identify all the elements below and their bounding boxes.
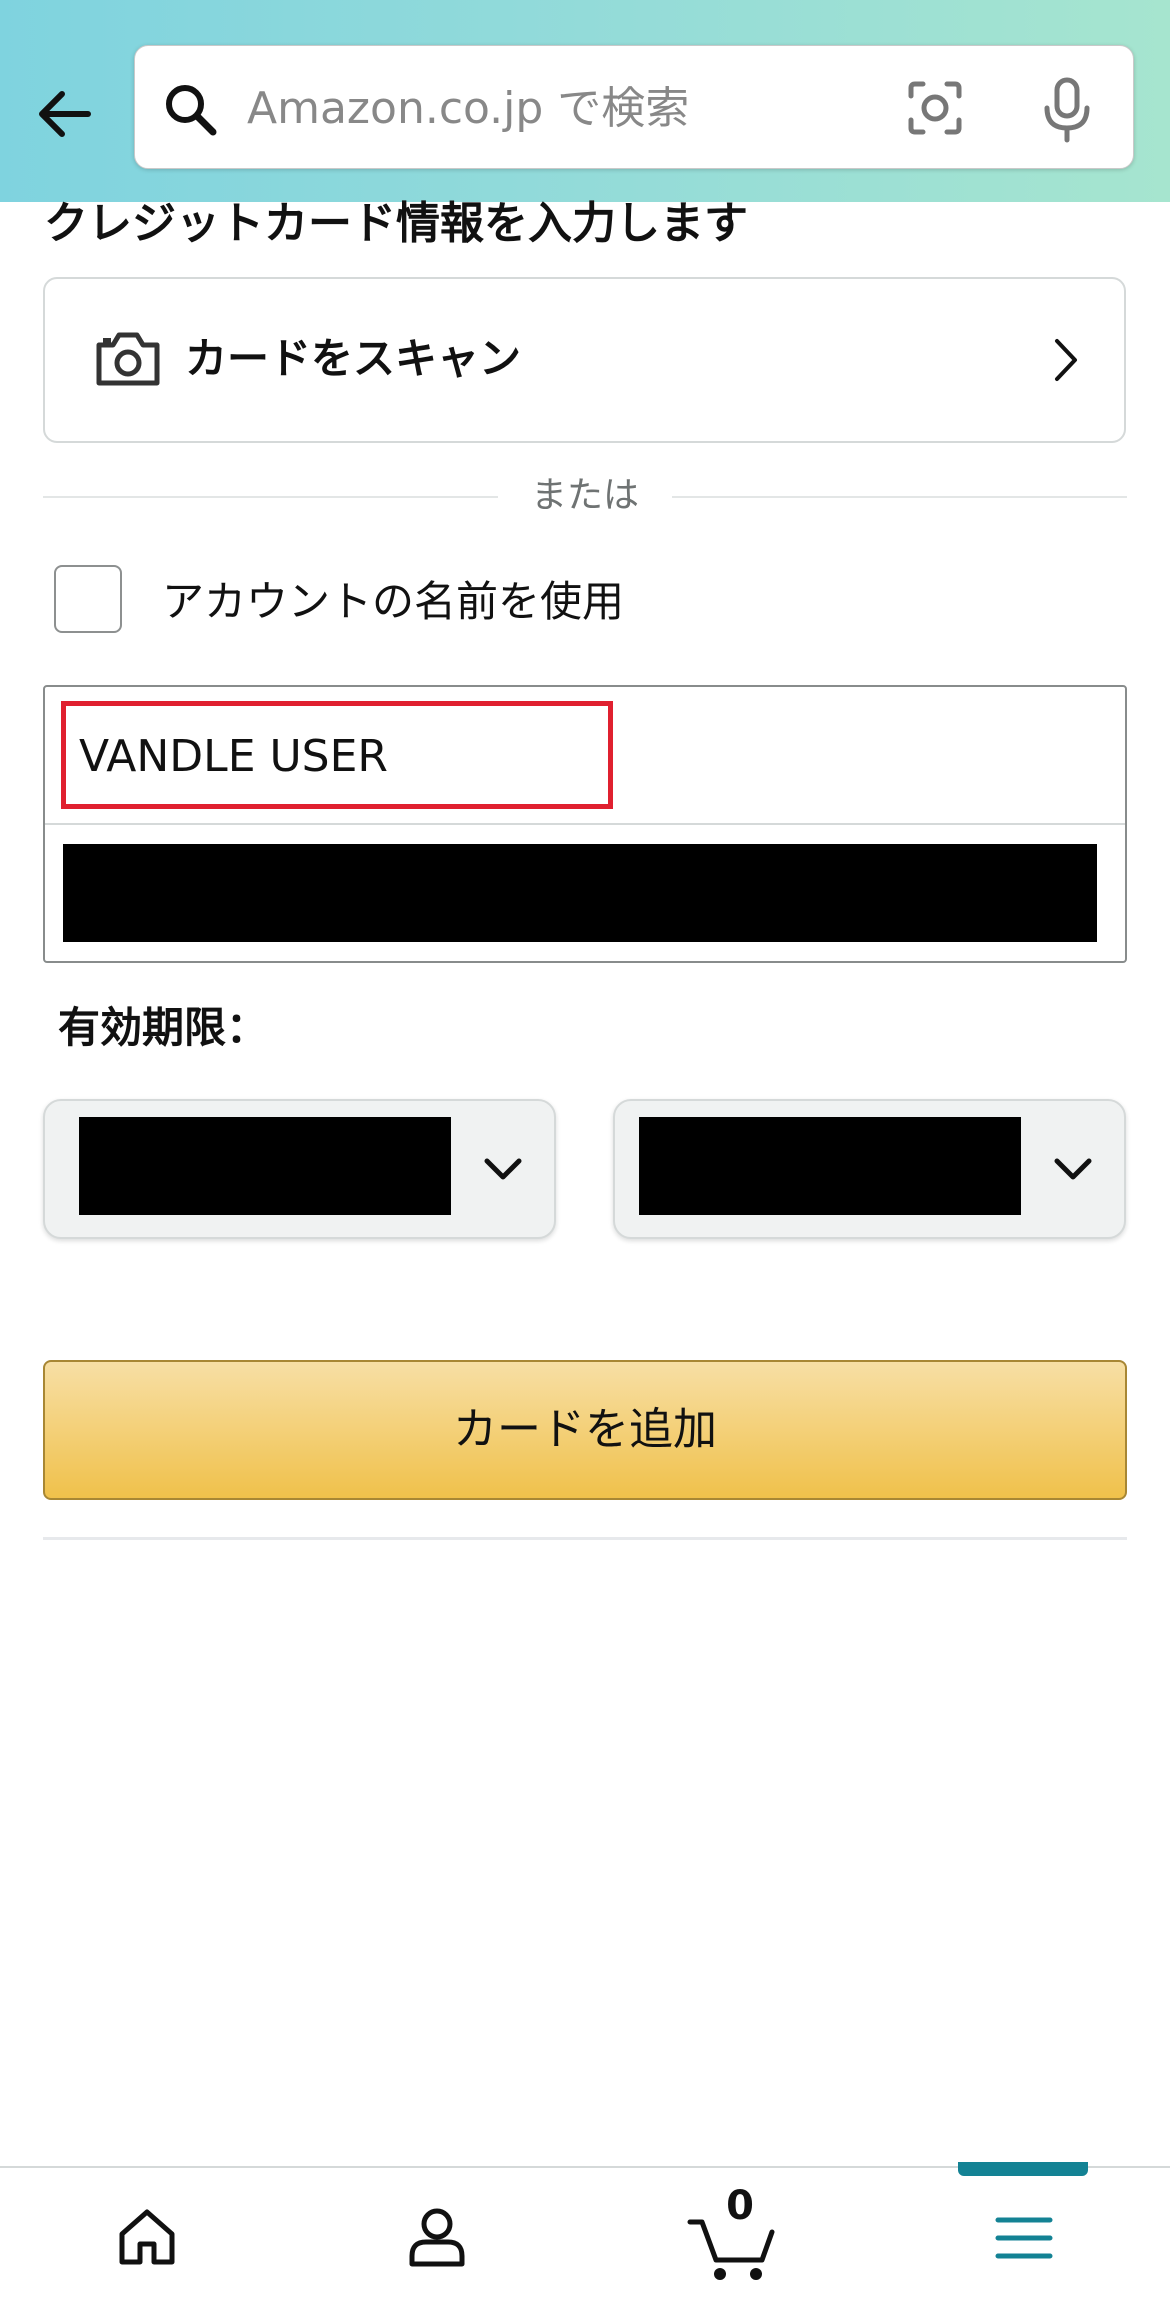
or-separator: または: [530, 475, 639, 516]
use-account-name-label[interactable]: アカウントの名前を使用: [162, 574, 624, 630]
add-card-button[interactable]: カードを追加: [43, 1360, 1127, 1500]
active-tab-indicator: [958, 2162, 1088, 2176]
content-divider: [43, 1537, 1127, 1540]
search-icon: [166, 85, 217, 136]
account-icon[interactable]: [404, 2204, 470, 2270]
card-details-form: VANDLE USER: [43, 685, 1127, 963]
divider-left: [43, 496, 498, 498]
expiry-month-redacted: [79, 1117, 451, 1215]
chevron-down-icon: [484, 1158, 522, 1180]
bottom-nav: 0: [0, 2162, 1170, 2305]
chevron-right-icon: [1055, 339, 1077, 381]
camera-icon: [96, 332, 160, 386]
top-header: Amazon.co.jp で検索: [0, 0, 1170, 202]
page-title: クレジットカード情報を入力します: [44, 198, 748, 249]
home-icon[interactable]: [114, 2204, 180, 2270]
camera-search-icon[interactable]: [903, 76, 967, 140]
divider-right: [672, 496, 1127, 498]
arrow-left-icon: [39, 91, 91, 137]
search-bar[interactable]: Amazon.co.jp で検索: [134, 45, 1134, 169]
expiry-month-select[interactable]: [43, 1099, 556, 1239]
menu-icon[interactable]: [994, 2212, 1054, 2264]
expiry-label: 有効期限：: [58, 1003, 269, 1052]
expiry-year-select[interactable]: [613, 1099, 1126, 1239]
cardholder-name-field[interactable]: VANDLE USER: [45, 687, 1125, 825]
search-input[interactable]: Amazon.co.jp で検索: [247, 80, 689, 138]
cardholder-name-value: VANDLE USER: [79, 731, 388, 782]
chevron-down-icon: [1054, 1158, 1092, 1180]
back-button[interactable]: [30, 78, 102, 150]
microphone-icon[interactable]: [1035, 74, 1099, 144]
cart-count-badge: 0: [726, 2183, 754, 2229]
use-account-name-checkbox[interactable]: [54, 565, 122, 633]
scan-card-button[interactable]: カードをスキャン: [43, 277, 1126, 443]
card-number-field-redacted[interactable]: [63, 844, 1097, 942]
scan-card-label: カードをスキャン: [185, 334, 522, 383]
expiry-year-redacted: [639, 1117, 1021, 1215]
